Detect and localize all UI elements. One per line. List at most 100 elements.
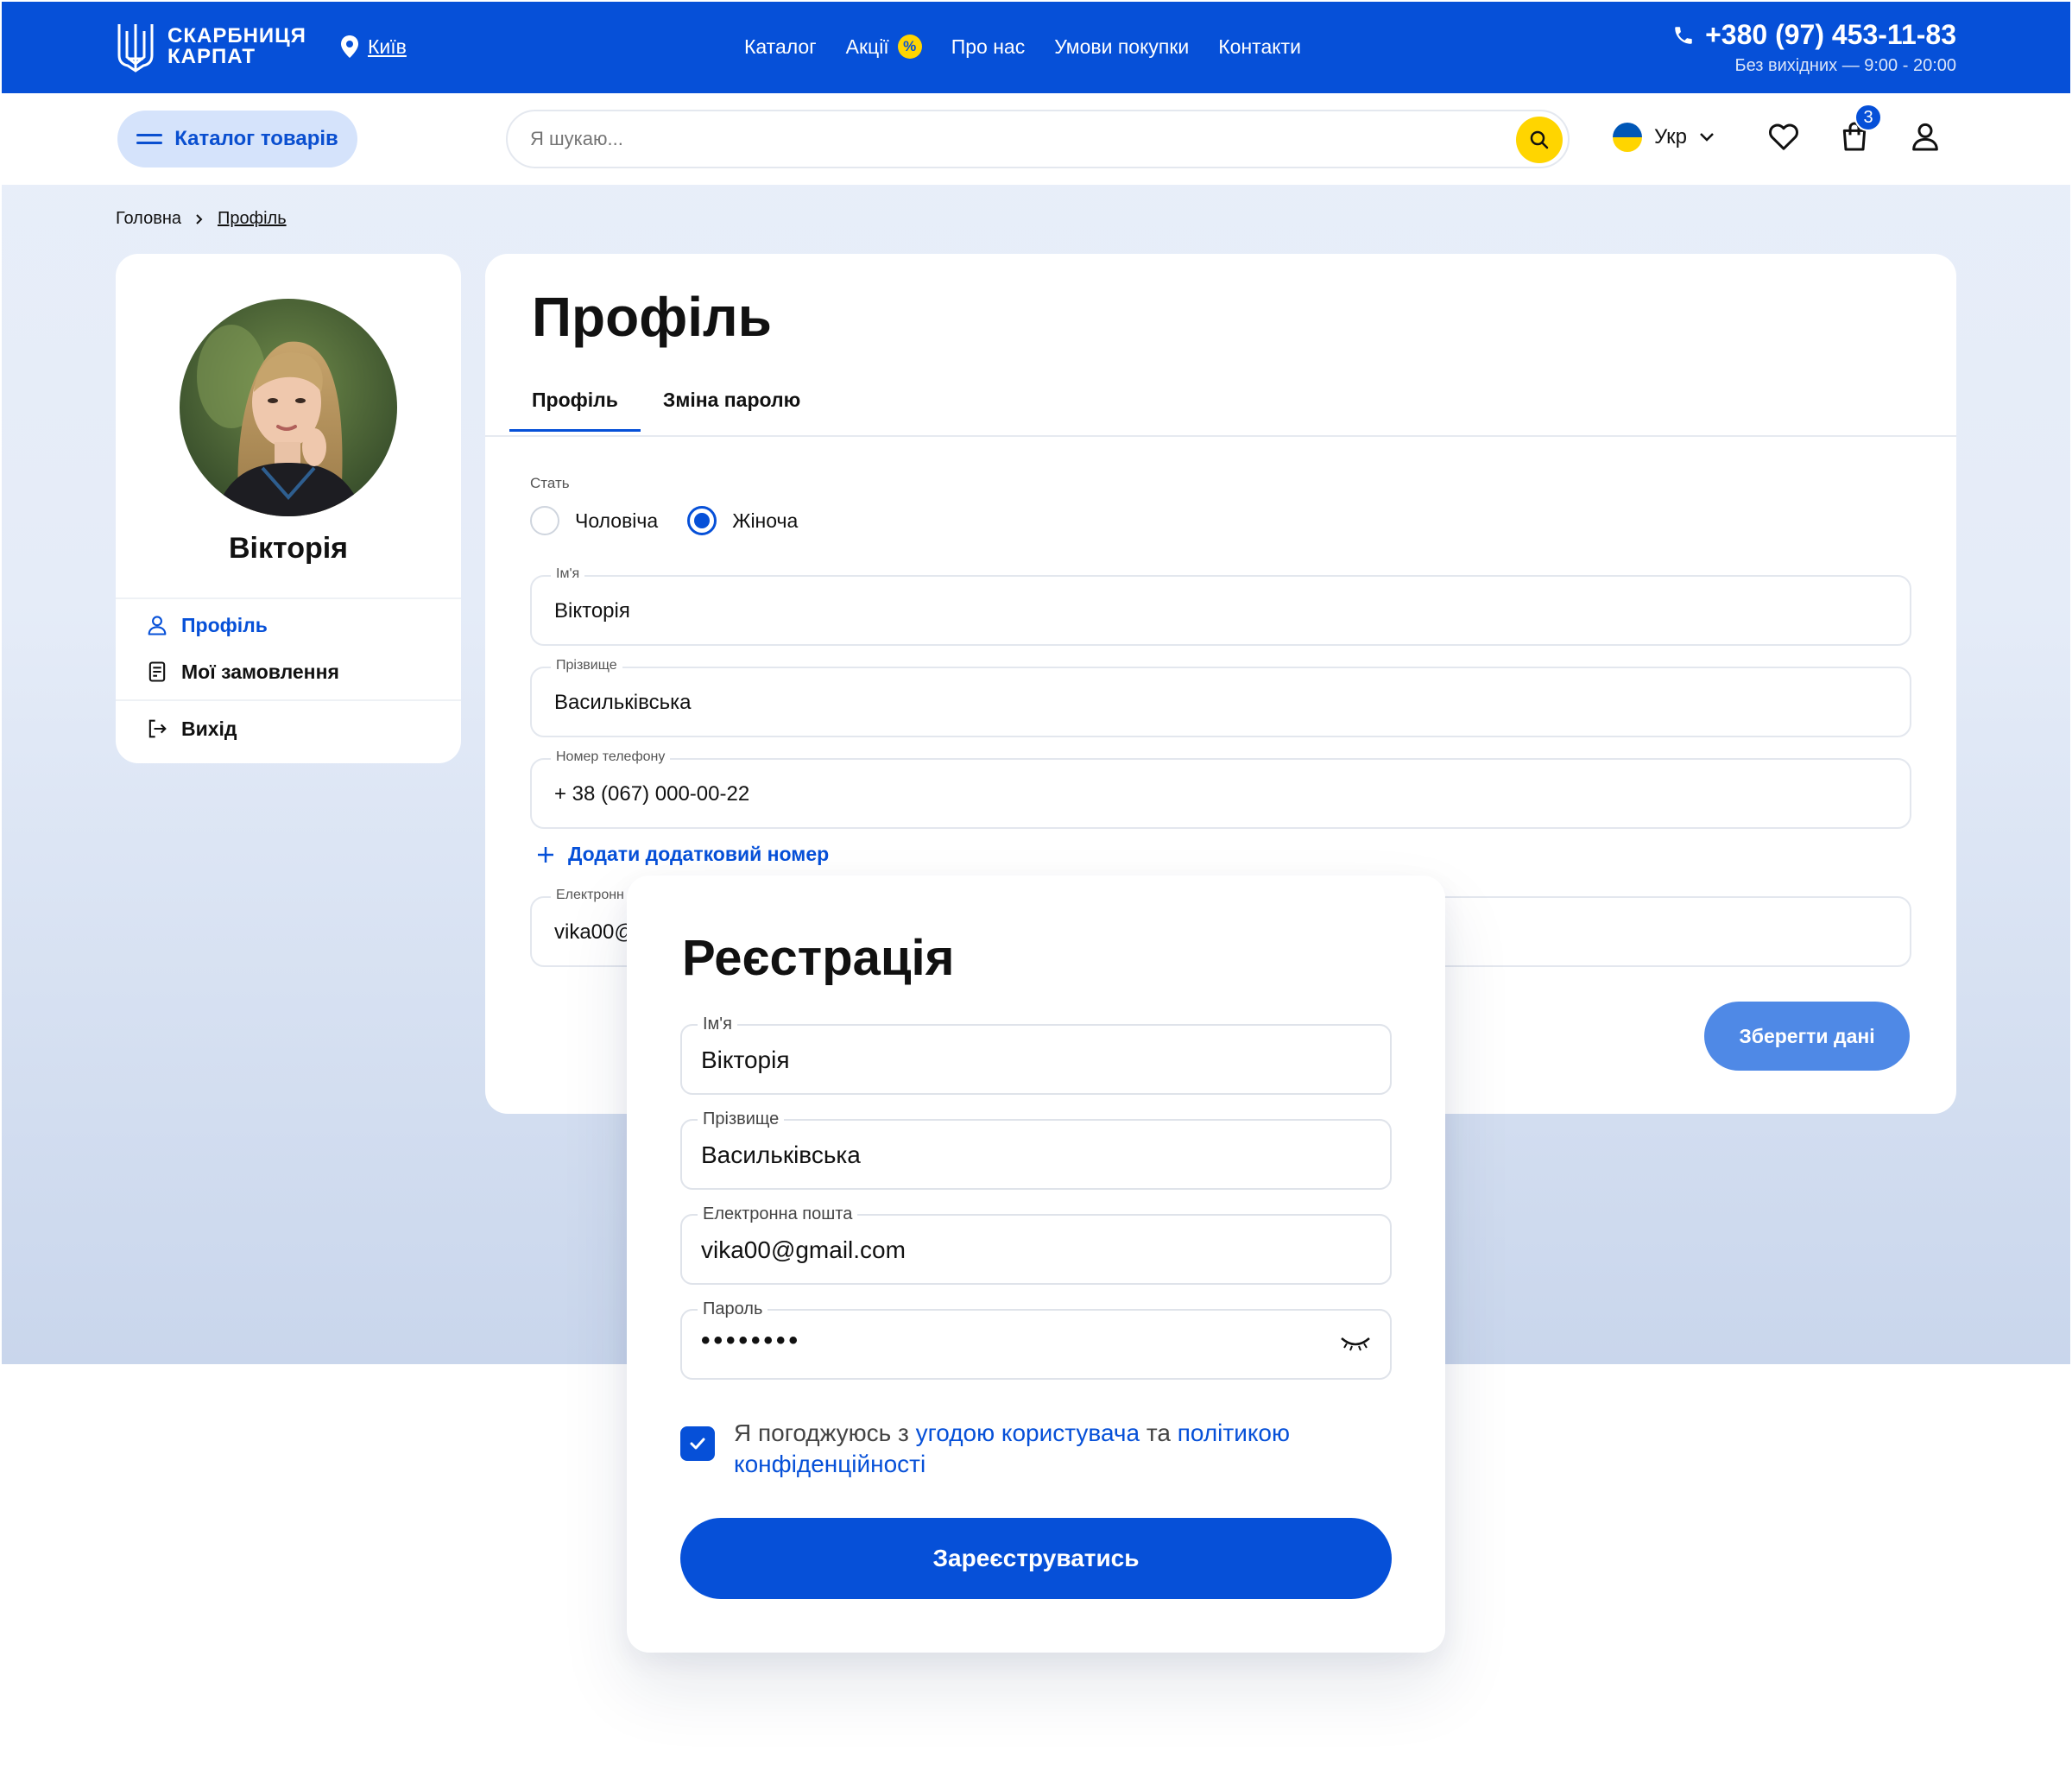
breadcrumb-home[interactable]: Головна: [116, 209, 181, 229]
reg-first-name-field[interactable]: Ім'я Вікторія: [680, 1015, 1392, 1095]
plus-icon: [538, 846, 553, 863]
header-icons: 3: [1766, 104, 1942, 154]
avatar: [180, 299, 397, 516]
gender-male-radio[interactable]: Чоловіча: [530, 506, 658, 535]
nav-catalog-label: Каталог: [744, 35, 817, 58]
page-title: Профіль: [532, 286, 772, 348]
nav-terms-label: Умови покупки: [1054, 35, 1190, 58]
user-icon: [148, 616, 167, 635]
phone-number: +380 (97) 453-11-83: [1705, 19, 1956, 50]
city-selector[interactable]: Київ: [340, 35, 407, 59]
nav-catalog[interactable]: Каталог: [744, 35, 817, 59]
field-value: Васильківська: [554, 691, 692, 714]
cart-button[interactable]: 3: [1837, 104, 1882, 154]
gender-female-radio[interactable]: Жіноча: [687, 506, 798, 535]
agreement-text: Я погоджуюсь з угодою користувача та пол…: [734, 1418, 1338, 1480]
location-pin-icon: [341, 35, 358, 58]
nav-promotions-label: Акції: [845, 35, 889, 58]
profile-sidebar: Вікторія Профіль Мої замовлення Вихід: [116, 254, 461, 763]
agreement: Я погоджуюсь з угодою користувача та пол…: [680, 1418, 1338, 1480]
field-label: Прізвище: [551, 658, 622, 673]
search-icon: [1530, 130, 1549, 149]
field-label: Електронна пошта: [698, 1204, 858, 1224]
field-value: vika00@gmail.com: [701, 1236, 906, 1263]
field-label: Електронн: [551, 888, 629, 903]
registration-card: Реєстрація Ім'я Вікторія Прізвище Василь…: [627, 876, 1445, 1653]
field-value: vika00@: [554, 920, 635, 944]
field-label: Пароль: [698, 1299, 768, 1319]
nav-about[interactable]: Про нас: [951, 35, 1026, 59]
chevron-down-icon: [1700, 133, 1714, 142]
sidebar-item-label: Профіль: [181, 613, 268, 636]
phone-icon: [1675, 26, 1692, 44]
save-button[interactable]: Зберегти дані: [1704, 1002, 1910, 1071]
reg-email-field[interactable]: Електронна пошта vika00@gmail.com: [680, 1204, 1392, 1285]
sidebar-item-orders[interactable]: Мої замовлення: [145, 660, 339, 684]
agreement-prefix: Я погоджуюсь з: [734, 1419, 916, 1446]
profile-tabs: Профіль Зміна паролю: [509, 383, 823, 432]
logo-line1: СКАРБНИЦЯ: [167, 24, 306, 47]
toolbar: Каталог товарів Укр 3: [2, 93, 2070, 185]
percent-badge-icon: %: [897, 35, 922, 59]
hide-password-toggle[interactable]: [1340, 1335, 1371, 1356]
user-icon: [1912, 123, 1938, 151]
divider: [116, 699, 461, 701]
language-selector[interactable]: Укр: [1613, 123, 1715, 152]
search-button[interactable]: [1516, 117, 1563, 163]
user-agreement-link[interactable]: угодою користувача: [916, 1419, 1140, 1446]
heart-icon: [1769, 123, 1798, 150]
phone-link[interactable]: +380 (97) 453-11-83: [1672, 19, 1956, 51]
trident-logo-icon: [117, 24, 154, 73]
nav-terms[interactable]: Умови покупки: [1054, 35, 1189, 59]
sidebar-item-label: Вихід: [181, 717, 237, 740]
agree-checkbox[interactable]: [680, 1426, 715, 1461]
tab-change-password[interactable]: Зміна паролю: [641, 383, 823, 432]
add-phone-button[interactable]: Додати додатковий номер: [535, 843, 829, 866]
field-label: Прізвище: [698, 1109, 785, 1129]
phone-block: +380 (97) 453-11-83 Без вихідних — 9:00 …: [1672, 19, 1956, 76]
account-button[interactable]: [1908, 119, 1942, 154]
sidebar-item-label: Мої замовлення: [181, 660, 339, 683]
reg-last-name-field[interactable]: Прізвище Васильківська: [680, 1109, 1392, 1190]
nav-promotions[interactable]: Акції%: [846, 35, 922, 59]
logo-line2: КАРПАТ: [167, 45, 256, 68]
city-name: Київ: [368, 35, 407, 58]
phone-field[interactable]: Номер телефону + 38 (067) 000-00-22: [530, 749, 1911, 829]
field-label: Номер телефону: [551, 749, 671, 765]
top-bar: СКАРБНИЦЯ КАРПАТ Київ Каталог Акції% Про…: [2, 2, 2070, 93]
logout-icon: [148, 719, 167, 738]
field-value: + 38 (067) 000-00-22: [554, 782, 750, 806]
radio-circle: [530, 506, 559, 535]
orders-icon: [148, 661, 166, 682]
breadcrumb-current[interactable]: Профіль: [218, 209, 287, 229]
tabs-divider: [485, 435, 1956, 437]
first-name-field[interactable]: Ім'я Вікторія: [530, 566, 1911, 646]
last-name-field[interactable]: Прізвище Васильківська: [530, 658, 1911, 737]
search-input[interactable]: [530, 128, 1480, 150]
divider: [116, 597, 461, 599]
wishlist-button[interactable]: [1766, 119, 1801, 154]
tab-profile[interactable]: Профіль: [509, 383, 641, 432]
user-name: Вікторія: [228, 532, 349, 565]
nav-contacts[interactable]: Контакти: [1218, 35, 1301, 59]
field-label: Ім'я: [698, 1015, 737, 1034]
agreement-mid: та: [1140, 1419, 1178, 1446]
chevron-right-icon: [196, 213, 203, 224]
main-nav: Каталог Акції% Про нас Умови покупки Кон…: [744, 35, 1301, 59]
breadcrumb: Головна Профіль: [116, 209, 287, 229]
field-label: Ім'я: [551, 566, 585, 582]
eye-closed-icon: [1341, 1337, 1370, 1351]
field-value: Васильківська: [701, 1141, 861, 1168]
gender-label: Стать: [530, 475, 570, 491]
radio-circle-selected: [687, 506, 717, 535]
password-mask: ••••••••: [701, 1326, 802, 1355]
sidebar-item-profile[interactable]: Профіль: [145, 613, 268, 637]
logo[interactable]: СКАРБНИЦЯ КАРПАТ: [116, 21, 306, 73]
field-value: Вікторія: [554, 599, 630, 623]
reg-password-field[interactable]: Пароль ••••••••: [680, 1299, 1392, 1380]
catalog-button[interactable]: Каталог товарів: [117, 111, 357, 168]
sidebar-item-logout[interactable]: Вихід: [145, 717, 237, 741]
search-bar: [506, 110, 1570, 168]
register-button[interactable]: Зареєструватись: [680, 1518, 1392, 1599]
registration-title: Реєстрація: [682, 930, 955, 986]
